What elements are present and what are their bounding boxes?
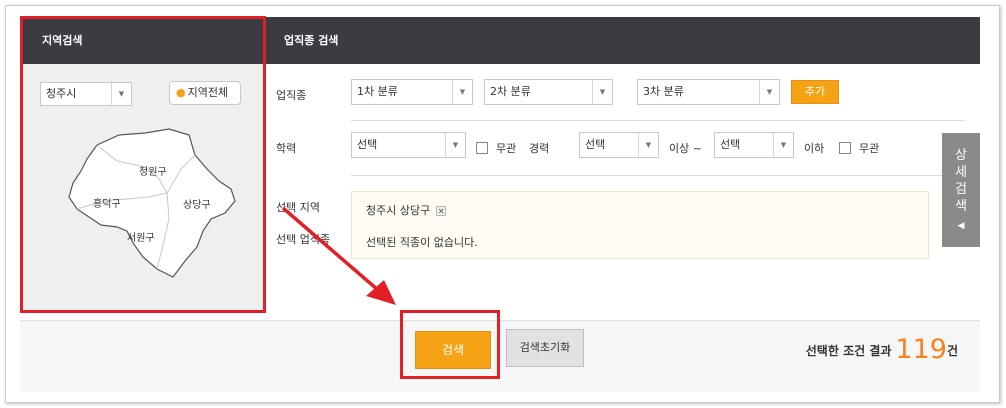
above-label: 이상 ~ [669,142,702,155]
result-summary: 선택한 조건 결과 119건 [806,334,958,370]
add-button[interactable]: 추가 [791,80,839,104]
result-label: 선택한 조건 결과 [805,344,892,358]
selected-conditions-box: 청주시 상당구 ✕ 선택된 직종이 없습니다. [351,191,929,259]
detail-tab-char: 상 [955,148,967,163]
education-select[interactable]: 선택 ▼ [351,132,466,158]
detail-search-tab[interactable]: 상 세 검 색 ◀ [942,133,980,247]
chevron-down-icon: ▼ [759,80,779,104]
career-no-matter-checkbox[interactable] [839,142,851,154]
chevron-down-icon: ▼ [592,80,612,104]
triangle-left-icon: ◀ [957,221,965,231]
education-no-matter-label: 무관 [496,142,517,155]
job-panel-title: 업직종 검색 [264,17,980,64]
remove-tag-icon[interactable]: ✕ [436,206,447,216]
education-label: 학력 [276,142,297,155]
job-label: 업직종 [276,89,307,102]
chevron-down-icon: ▼ [638,133,658,157]
below-label: 이하 [804,142,825,155]
category1-select[interactable]: 1차 분류 ▼ [351,79,473,105]
career-no-matter-label: 무관 [859,142,880,155]
category1-value: 1차 분류 [357,85,398,98]
detail-tab-char: 검 [955,182,967,197]
detail-tab-char: 세 [955,165,967,180]
category2-select[interactable]: 2차 분류 ▼ [484,79,613,105]
selected-region-value: 청주시 상당구 [366,204,431,217]
selected-region-tag: 청주시 상당구 ✕ [366,202,447,218]
career-to-value: 선택 [720,138,741,151]
detail-tab-char: 색 [955,199,967,214]
selected-region-label: 선택 지역 [276,201,320,214]
chevron-down-icon: ▼ [452,80,472,104]
highlight-box-region [20,16,266,313]
highlight-box-search [400,310,500,379]
job-search-panel: 업직종 검색 업직종 1차 분류 ▼ 2차 분류 ▼ 3차 분류 ▼ 추가 학력… [264,17,980,312]
row-divider [351,120,965,121]
chevron-down-icon: ▼ [445,133,465,157]
selected-job-label: 선택 업직종 [276,233,331,246]
career-label: 경력 [529,142,550,155]
result-count: 119 [895,334,947,365]
reset-search-button[interactable]: 검색초기화 [506,329,584,367]
education-select-value: 선택 [357,138,378,151]
selected-job-value: 선택된 직종이 없습니다. [366,236,478,249]
category3-value: 3차 분류 [643,85,684,98]
result-unit: 건 [946,344,958,358]
career-from-select[interactable]: 선택 ▼ [579,132,659,158]
category2-value: 2차 분류 [490,85,531,98]
category3-select[interactable]: 3차 분류 ▼ [637,79,780,105]
row-divider [351,175,965,176]
career-from-value: 선택 [585,138,606,151]
career-to-select[interactable]: 선택 ▼ [714,132,794,158]
education-no-matter-checkbox[interactable] [476,142,488,154]
chevron-down-icon: ▼ [773,133,793,157]
